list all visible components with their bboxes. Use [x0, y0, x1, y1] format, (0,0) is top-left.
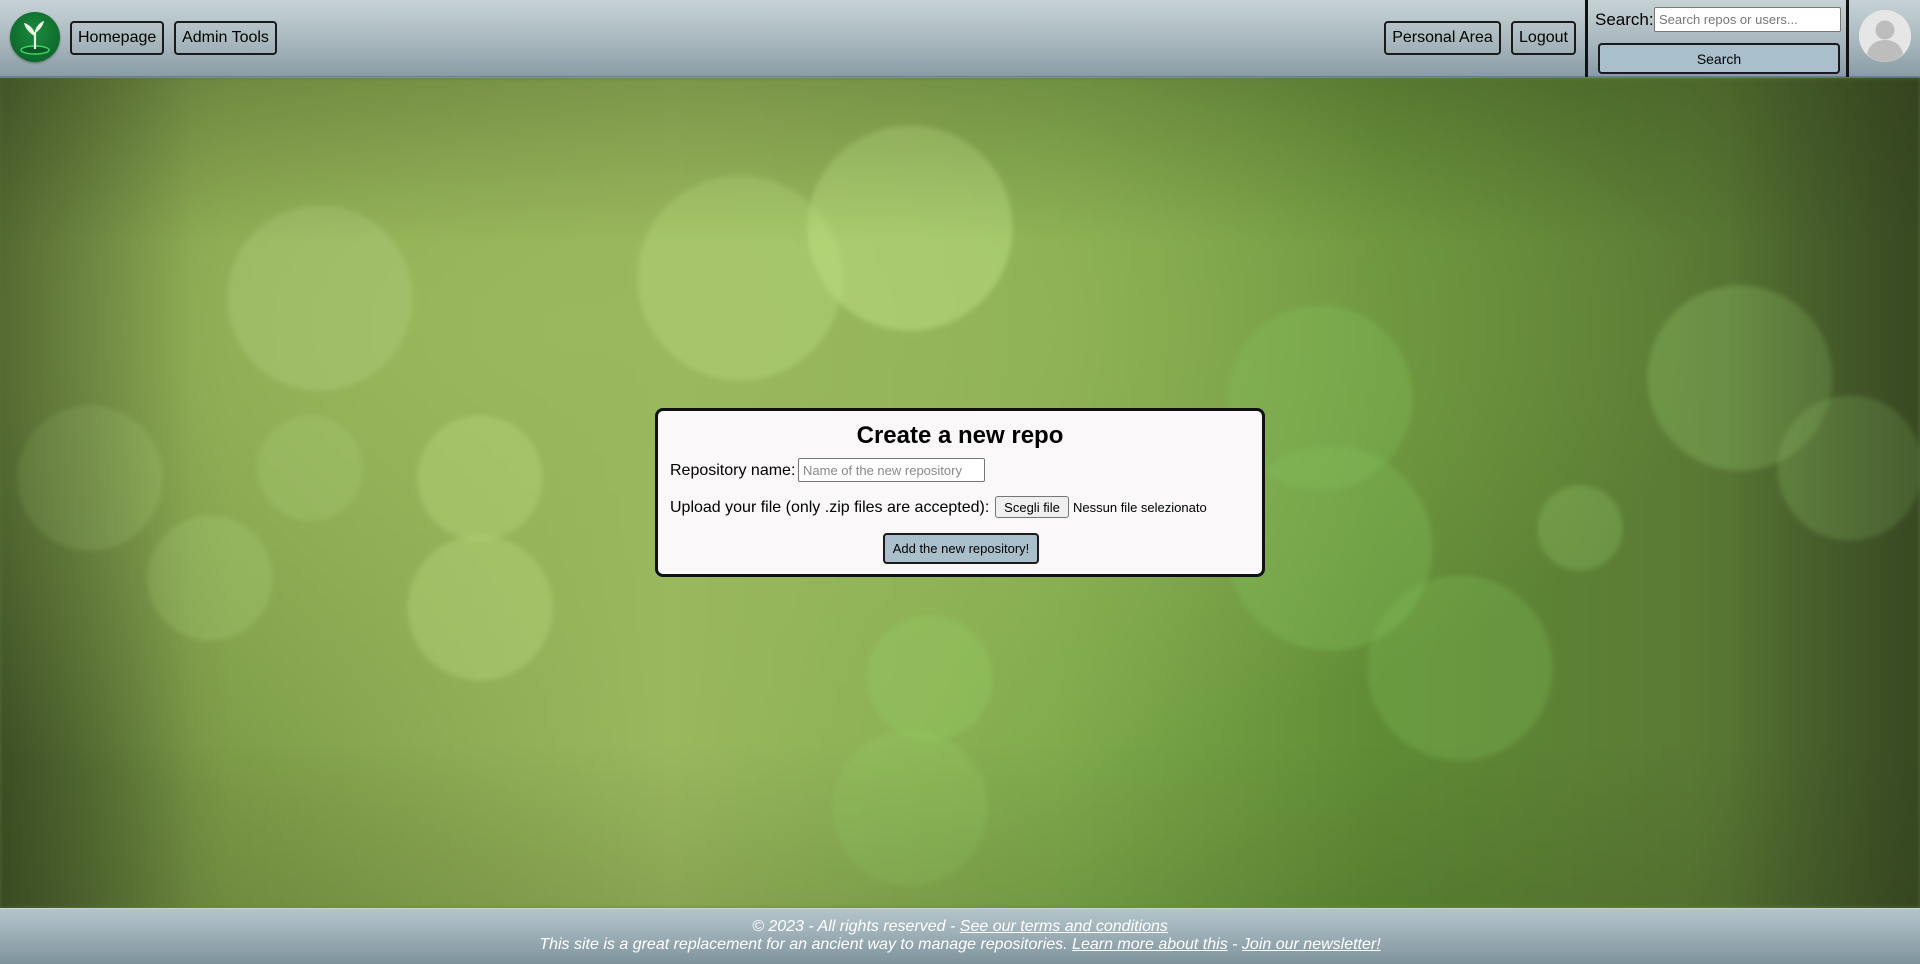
- repository-name-label: Repository name:: [670, 462, 796, 479]
- add-repository-button[interactable]: Add the new repository!: [883, 533, 1039, 564]
- search-panel: Search: Search: [1585, 0, 1849, 77]
- footer: © 2023 - All rights reserved - See our t…: [0, 908, 1920, 964]
- personal-area-button[interactable]: Personal Area: [1384, 21, 1501, 55]
- logout-button[interactable]: Logout: [1511, 21, 1576, 55]
- search-label: Search:: [1595, 10, 1654, 29]
- search-input[interactable]: [1654, 7, 1841, 32]
- footer-tagline-line: This site is a great replacement for an …: [0, 936, 1920, 954]
- terms-link[interactable]: See our terms and conditions: [960, 918, 1168, 935]
- newsletter-link[interactable]: Join our newsletter!: [1242, 936, 1381, 953]
- tagline-text: This site is a great replacement for an …: [539, 936, 1073, 953]
- form-title: Create a new repo: [856, 422, 1064, 449]
- repository-name-input[interactable]: [798, 458, 985, 482]
- footer-separator: -: [1227, 936, 1242, 953]
- user-avatar-icon[interactable]: [1859, 10, 1911, 62]
- footer-copyright-line: © 2023 - All rights reserved - See our t…: [0, 918, 1920, 936]
- homepage-button[interactable]: Homepage: [70, 21, 164, 55]
- top-navbar: Homepage Admin Tools Personal Area Logou…: [0, 0, 1920, 77]
- upload-file-label: Upload your file (only .zip files are ac…: [670, 499, 990, 516]
- create-repo-form: Create a new repo Repository name: Uploa…: [655, 408, 1265, 577]
- choose-file-button[interactable]: Scegli file: [995, 496, 1069, 518]
- sprout-logo-icon[interactable]: [10, 12, 60, 62]
- search-button[interactable]: Search: [1598, 43, 1840, 74]
- file-status-text: Nessun file selezionato: [1073, 500, 1207, 515]
- copyright-text: © 2023 - All rights reserved -: [752, 918, 960, 935]
- learn-more-link[interactable]: Learn more about this: [1072, 936, 1228, 953]
- admin-tools-button[interactable]: Admin Tools: [174, 21, 277, 55]
